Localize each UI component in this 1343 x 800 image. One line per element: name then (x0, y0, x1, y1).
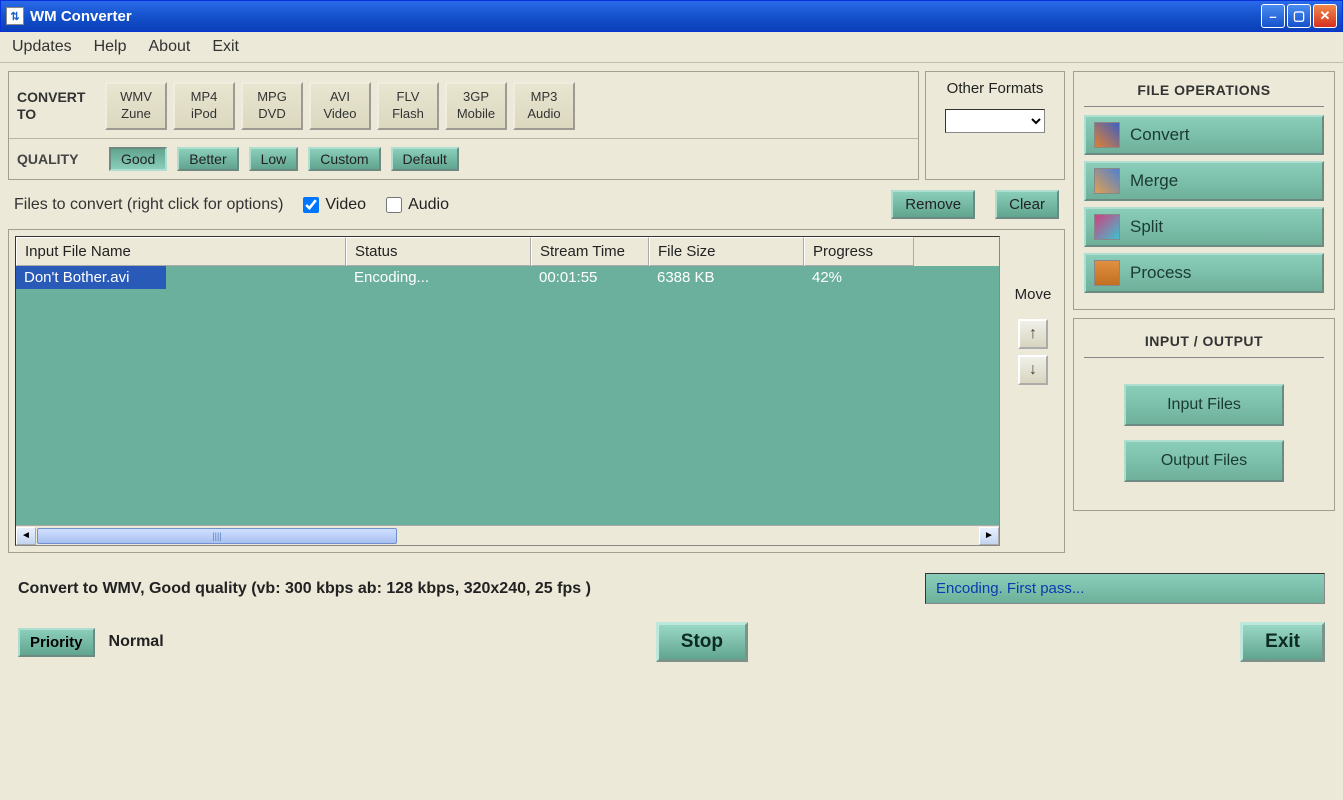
video-checkbox[interactable] (303, 197, 319, 213)
col-header-size[interactable]: File Size (649, 237, 804, 266)
encoding-status: Encoding. First pass... (925, 573, 1325, 604)
cell-status: Encoding... (346, 266, 531, 289)
other-formats-panel: Other Formats (925, 71, 1065, 180)
output-files-button[interactable]: Output Files (1124, 440, 1284, 482)
video-checkbox-wrap[interactable]: Video (303, 196, 366, 214)
format-flv-button[interactable]: FLVFlash (377, 82, 439, 130)
quality-better-button[interactable]: Better (177, 147, 238, 171)
file-operations-title: FILE OPERATIONS (1084, 82, 1324, 107)
format-mp3-button[interactable]: MP3Audio (513, 82, 575, 130)
arrow-down-icon: ↓ (1029, 361, 1037, 379)
convert-panel: CONVERT TO WMVZune MP4iPod MPGDVD AVIVid… (8, 71, 919, 180)
convert-to-label: CONVERT TO (17, 89, 99, 123)
priority-button[interactable]: Priority (18, 628, 95, 657)
stop-button[interactable]: Stop (656, 622, 748, 662)
audio-checkbox[interactable] (386, 197, 402, 213)
quality-low-button[interactable]: Low (249, 147, 299, 171)
file-table-header: Input File Name Status Stream Time File … (16, 237, 999, 266)
menu-exit[interactable]: Exit (212, 38, 239, 56)
merge-button[interactable]: Merge (1084, 161, 1324, 201)
cell-name: Don't Bother.avi (16, 266, 166, 289)
split-button[interactable]: Split (1084, 207, 1324, 247)
scroll-left-icon[interactable]: ◄ (16, 527, 36, 545)
format-mp4-button[interactable]: MP4iPod (173, 82, 235, 130)
menubar: Updates Help About Exit (0, 32, 1343, 63)
move-label: Move (1015, 286, 1052, 303)
horizontal-scrollbar[interactable]: ◄ |||| ► (16, 525, 999, 545)
table-row[interactable]: Don't Bother.avi Encoding... 00:01:55 63… (16, 266, 999, 289)
quality-label: QUALITY (17, 151, 99, 167)
other-formats-label: Other Formats (934, 80, 1056, 97)
menu-updates[interactable]: Updates (12, 38, 72, 56)
format-mpg-button[interactable]: MPGDVD (241, 82, 303, 130)
file-operations-panel: FILE OPERATIONS Convert Merge Split Proc… (1073, 71, 1335, 310)
scroll-thumb[interactable]: |||| (37, 528, 397, 544)
format-wmv-button[interactable]: WMVZune (105, 82, 167, 130)
file-table[interactable]: Input File Name Status Stream Time File … (15, 236, 1000, 546)
cell-stream: 00:01:55 (531, 266, 649, 289)
exit-button[interactable]: Exit (1240, 622, 1325, 662)
convert-icon (1094, 122, 1120, 148)
split-icon (1094, 214, 1120, 240)
input-output-title: INPUT / OUTPUT (1084, 333, 1324, 358)
cell-progress: 42% (804, 266, 914, 289)
file-list-panel: Input File Name Status Stream Time File … (8, 229, 1065, 553)
col-header-stream[interactable]: Stream Time (531, 237, 649, 266)
app-icon: ⇅ (6, 7, 24, 25)
input-output-panel: INPUT / OUTPUT Input Files Output Files (1073, 318, 1335, 511)
process-icon (1094, 260, 1120, 286)
audio-checkbox-wrap[interactable]: Audio (386, 196, 449, 214)
priority-value: Normal (109, 633, 164, 651)
quality-good-button[interactable]: Good (109, 147, 167, 171)
scroll-right-icon[interactable]: ► (979, 527, 999, 545)
move-up-button[interactable]: ↑ (1018, 319, 1048, 349)
merge-icon (1094, 168, 1120, 194)
convert-button[interactable]: Convert (1084, 115, 1324, 155)
input-files-button[interactable]: Input Files (1124, 384, 1284, 426)
files-label: Files to convert (right click for option… (14, 196, 283, 214)
format-3gp-button[interactable]: 3GPMobile (445, 82, 507, 130)
remove-button[interactable]: Remove (891, 190, 975, 219)
titlebar: ⇅ WM Converter – ▢ ✕ (0, 0, 1343, 32)
cell-size: 6388 KB (649, 266, 804, 289)
menu-help[interactable]: Help (94, 38, 127, 56)
quality-custom-button[interactable]: Custom (308, 147, 380, 171)
other-formats-select[interactable] (945, 109, 1045, 133)
clear-button[interactable]: Clear (995, 190, 1059, 219)
move-panel: Move ↑ ↓ (1008, 236, 1058, 546)
minimize-button[interactable]: – (1261, 4, 1285, 28)
maximize-button[interactable]: ▢ (1287, 4, 1311, 28)
col-header-status[interactable]: Status (346, 237, 531, 266)
window-title: WM Converter (30, 8, 1261, 25)
close-button[interactable]: ✕ (1313, 4, 1337, 28)
col-header-progress[interactable]: Progress (804, 237, 914, 266)
format-avi-button[interactable]: AVIVideo (309, 82, 371, 130)
col-header-name[interactable]: Input File Name (16, 237, 346, 266)
menu-about[interactable]: About (149, 38, 191, 56)
process-button[interactable]: Process (1084, 253, 1324, 293)
move-down-button[interactable]: ↓ (1018, 355, 1048, 385)
arrow-up-icon: ↑ (1029, 325, 1037, 343)
status-summary: Convert to WMV, Good quality (vb: 300 kb… (18, 580, 895, 598)
quality-default-button[interactable]: Default (391, 147, 459, 171)
